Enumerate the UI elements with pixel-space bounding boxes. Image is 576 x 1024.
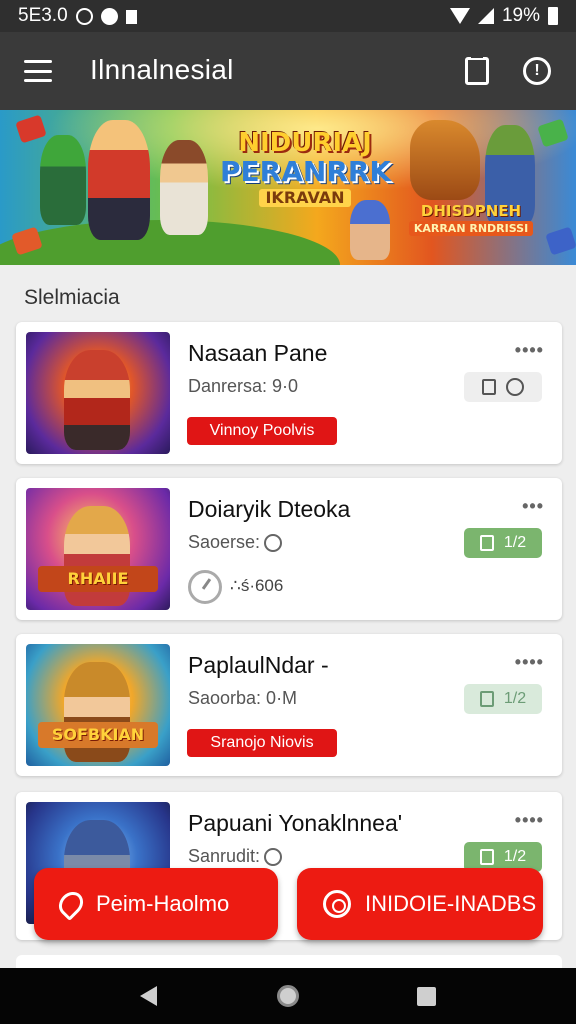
banner-character — [88, 120, 150, 240]
back-icon[interactable] — [140, 986, 157, 1006]
more-options-icon[interactable]: ••• — [522, 496, 544, 517]
notification-icon — [75, 7, 93, 25]
menu-icon[interactable] — [24, 60, 52, 82]
status-bar: 5E3.0 19% — [0, 0, 576, 32]
card-subtitle: Sanrudit: — [188, 846, 283, 867]
timer-icon — [188, 570, 222, 604]
signal-icon — [477, 8, 494, 24]
banner-title: NIDURIAJ PERANRRK IKRAVAN — [220, 128, 392, 208]
primary-action-button[interactable]: Peim-Haolmo — [34, 868, 278, 940]
download-icon — [125, 10, 137, 24]
banner-brand-line2: KARRAN RNDRISSI — [408, 220, 534, 237]
banner-brand: DHISDPNEH KARRAN RNDRISSI — [408, 202, 534, 237]
document-icon — [482, 379, 496, 395]
game-card[interactable]: SOFBKIAN PaplaulNdar - Saoorba: 0·M ••••… — [16, 634, 562, 776]
game-card[interactable]: Nasaan Pane Danrersa: 9·0 •••• Vinnoy Po… — [16, 322, 562, 464]
card-title: PaplaulNdar - — [188, 652, 329, 678]
banner-title-line2: PERANRRK — [220, 155, 392, 189]
banner-character — [40, 135, 86, 225]
thumbnail-badge: RHAIIE — [38, 566, 158, 592]
banner-title-line3: IKRAVAN — [259, 188, 351, 208]
chip-count: 1/2 — [503, 534, 527, 551]
banner-character — [350, 200, 390, 260]
primary-action-label: Peim-Haolmo — [96, 891, 230, 916]
document-icon — [479, 535, 494, 551]
card-title: Doiaryik Dteoka — [188, 496, 351, 522]
app-bar: Ilnnalnesial ! — [0, 32, 576, 110]
card-action-button[interactable]: Sranojo Niovis — [187, 729, 337, 757]
target-icon — [323, 890, 351, 918]
status-left: 5E3.0 — [18, 5, 137, 27]
card-chip[interactable]: 1/2 — [464, 528, 542, 558]
game-thumbnail: SOFBKIAN — [26, 644, 170, 766]
card-chip[interactable] — [464, 372, 542, 402]
more-options-icon[interactable]: •••• — [515, 810, 544, 831]
card-title: Nasaan Pane — [188, 340, 328, 366]
chip-count: 1/2 — [503, 690, 527, 707]
battery-icon — [548, 7, 558, 25]
card-subtitle: Danrersa: 9·0 — [188, 376, 299, 396]
banner-brand-line1: DHISDPNEH — [420, 202, 522, 220]
thumbnail-badge: SOFBKIAN — [38, 722, 158, 748]
system-nav-bar — [0, 968, 576, 1024]
home-icon[interactable] — [277, 985, 299, 1007]
card-subtitle-text: Saoerse: — [188, 532, 261, 552]
more-options-icon[interactable]: •••• — [515, 652, 544, 673]
card-action-button[interactable]: Vinnoy Poolvis — [187, 417, 337, 445]
banner-title-line1: NIDURIAJ — [238, 128, 372, 158]
pin-icon — [54, 887, 88, 921]
info-icon[interactable]: ! — [523, 57, 551, 85]
game-thumbnail: RHAIIE — [26, 488, 170, 610]
chip-count: 1/2 — [503, 848, 527, 865]
circle-icon — [506, 378, 524, 396]
status-right: 19% — [449, 5, 558, 27]
banner-block — [545, 226, 576, 256]
document-icon — [479, 691, 494, 707]
secondary-action-button[interactable]: INIDOIE-INADBS — [297, 868, 543, 940]
section-title: Slelmiacia — [24, 286, 120, 309]
game-thumbnail — [26, 332, 170, 454]
document-icon — [479, 849, 494, 865]
status-time: 5E3.0 — [18, 5, 68, 26]
app-title: Ilnnalnesial — [90, 54, 234, 85]
clock-icon — [264, 848, 283, 867]
banner-character — [160, 140, 208, 235]
recents-icon[interactable] — [417, 987, 436, 1006]
hero-banner[interactable]: NIDURIAJ PERANRRK IKRAVAN DHISDPNEH KARR… — [0, 110, 576, 265]
app-notification-icon — [100, 7, 118, 25]
battery-percent: 19% — [501, 5, 540, 26]
banner-character — [410, 120, 480, 200]
bookmark-icon[interactable] — [465, 54, 489, 85]
card-subtitle-text: Sanrudit: — [188, 846, 261, 866]
clock-icon — [264, 534, 283, 553]
wifi-icon — [449, 8, 470, 24]
secondary-action-label: INIDOIE-INADBS — [365, 891, 537, 916]
game-card[interactable]: RHAIIE Doiaryik Dteoka Saoerse: ••• ∴ś·6… — [16, 478, 562, 620]
card-chip[interactable]: 1/2 — [464, 684, 542, 714]
card-title: Papuani Yonaklnnea' — [188, 810, 403, 836]
card-subtitle: Saoorba: 0·M — [188, 688, 298, 708]
timer-text: ∴ś·606 — [230, 576, 284, 595]
card-subtitle: Saoerse: — [188, 532, 283, 553]
more-options-icon[interactable]: •••• — [515, 340, 544, 361]
